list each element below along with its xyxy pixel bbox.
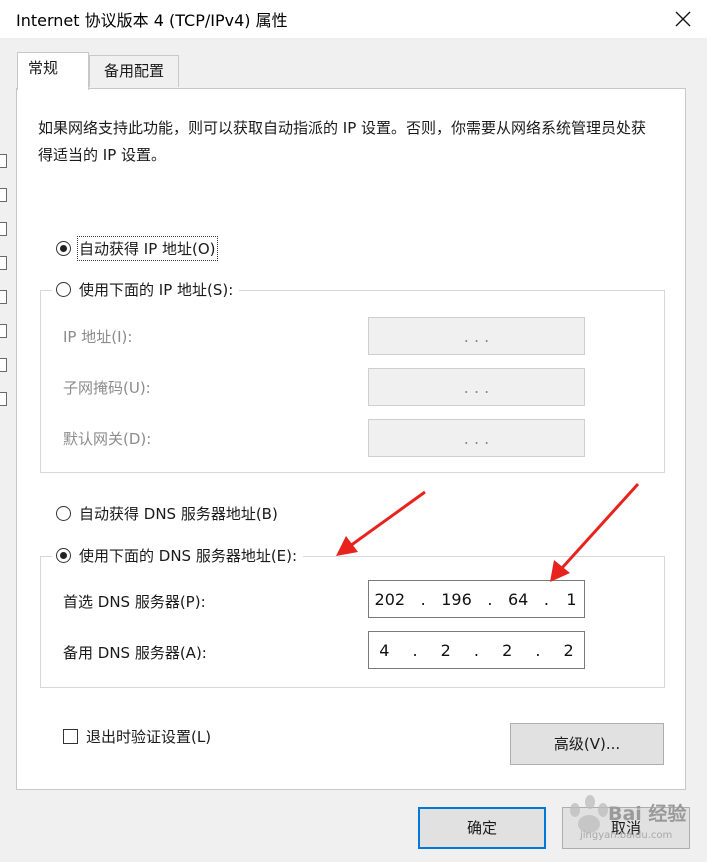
alternate-dns-octet-4: 2 (563, 640, 574, 660)
background-checkbox-edge (0, 290, 7, 304)
default-gateway-value: . . . (463, 428, 490, 448)
preferred-dns-field[interactable]: 202. 196. 64. 1 (368, 580, 585, 618)
validate-on-exit-label: 退出时验证设置(L) (86, 728, 212, 746)
manual-ip-radio[interactable]: 使用下面的 IP 地址(S): (52, 279, 240, 300)
ip-address-field: . . . (368, 317, 585, 355)
radio-unselected-icon (56, 506, 71, 521)
preferred-dns-octet-3: 64 (507, 589, 529, 609)
background-checkbox-edge (0, 154, 7, 168)
alternate-dns-field[interactable]: 4. 2. 2. 2 (368, 631, 585, 669)
radio-selected-icon (56, 548, 71, 563)
background-checkbox-edge (0, 256, 7, 270)
octet-dot: . (543, 589, 549, 609)
background-checkbox-edge (0, 392, 7, 406)
close-button[interactable] (661, 0, 707, 38)
octet-dot: . (535, 640, 541, 660)
close-icon (675, 11, 691, 27)
manual-dns-label: 使用下面的 DNS 服务器地址(E): (79, 547, 298, 565)
preferred-dns-octet-1: 202 (374, 589, 406, 609)
manual-ip-label: 使用下面的 IP 地址(S): (79, 281, 234, 299)
radio-selected-icon (56, 241, 71, 256)
ip-address-label: IP 地址(I): (63, 328, 133, 346)
watermark-text: Bai 经验 (608, 803, 687, 825)
preferred-dns-label: 首选 DNS 服务器(P): (63, 593, 206, 611)
ok-button[interactable]: 确定 (418, 807, 546, 849)
tab-general[interactable]: 常规 (17, 52, 89, 90)
octet-dot: . (473, 640, 479, 660)
tab-alternate-config[interactable]: 备用配置 (89, 55, 179, 87)
subnet-mask-value: . . . (463, 377, 490, 397)
preferred-dns-octet-2: 196 (441, 589, 472, 609)
alternate-dns-octet-2: 2 (440, 640, 451, 660)
octet-dot: . (420, 589, 426, 609)
checkbox-unchecked-icon (63, 729, 78, 744)
radio-unselected-icon (56, 282, 71, 297)
auto-ip-radio[interactable]: 自动获得 IP 地址(O) (56, 236, 218, 261)
octet-dot: . (487, 589, 493, 609)
window-title: Internet 协议版本 4 (TCP/IPv4) 属性 (16, 11, 288, 30)
background-checkbox-edge (0, 358, 7, 372)
alternate-dns-octet-3: 2 (502, 640, 513, 660)
subnet-mask-label: 子网掩码(U): (63, 379, 151, 397)
title-bar: Internet 协议版本 4 (TCP/IPv4) 属性 (0, 0, 707, 38)
alternate-dns-octet-1: 4 (379, 640, 390, 660)
alternate-dns-label: 备用 DNS 服务器(A): (63, 644, 207, 662)
validate-on-exit-checkbox[interactable]: 退出时验证设置(L) (63, 726, 211, 747)
default-gateway-label: 默认网关(D): (63, 430, 152, 448)
background-window-edge (0, 38, 12, 862)
subnet-mask-field: . . . (368, 368, 585, 406)
octet-dot: . (412, 640, 418, 660)
advanced-button[interactable]: 高级(V)... (510, 723, 664, 765)
manual-dns-radio[interactable]: 使用下面的 DNS 服务器地址(E): (52, 545, 304, 566)
auto-ip-label: 自动获得 IP 地址(O) (77, 236, 218, 261)
auto-dns-radio[interactable]: 自动获得 DNS 服务器地址(B) (56, 503, 278, 524)
default-gateway-field: . . . (368, 419, 585, 457)
background-checkbox-edge (0, 188, 7, 202)
background-checkbox-edge (0, 222, 7, 236)
preferred-dns-octet-4: 1 (566, 589, 577, 609)
watermark-url: jingyan.baidu.com (580, 830, 673, 841)
ip-address-value: . . . (463, 326, 490, 346)
background-checkbox-edge (0, 324, 7, 338)
auto-dns-label: 自动获得 DNS 服务器地址(B) (79, 505, 278, 523)
description-text: 如果网络支持此功能，则可以获取自动指派的 IP 设置。否则，你需要从网络系统管理… (38, 119, 647, 164)
